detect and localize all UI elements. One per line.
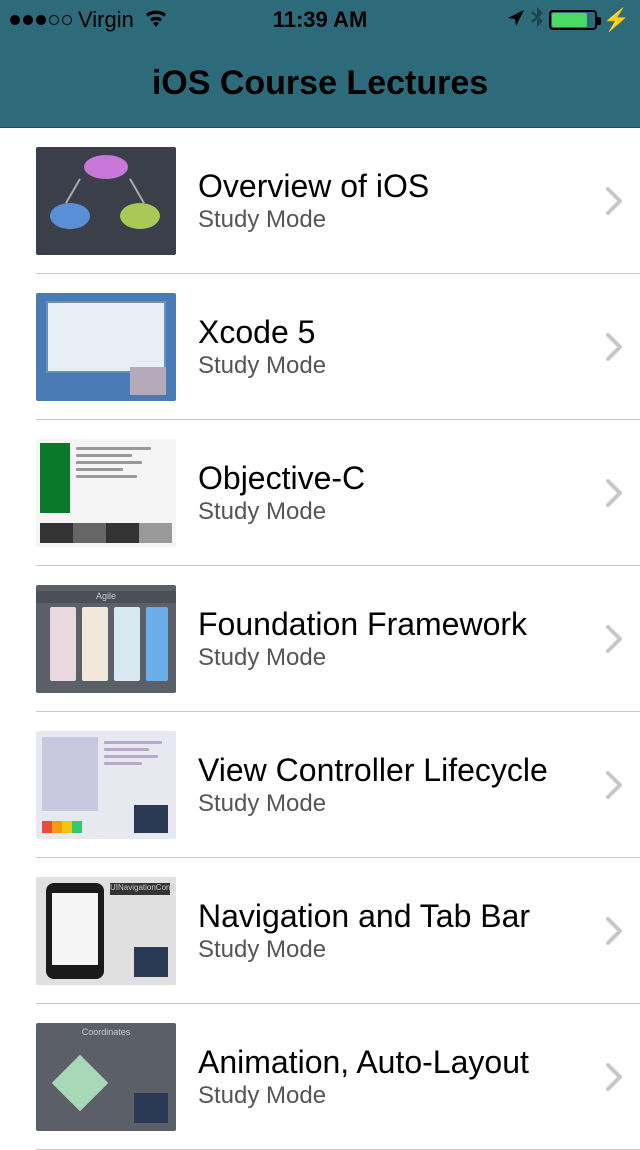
signal-dots-icon (10, 15, 72, 25)
lecture-title: Overview of iOS (198, 168, 598, 205)
list-item[interactable]: Agile Foundation Framework Study Mode (0, 566, 640, 712)
lecture-subtitle: Study Mode (198, 790, 598, 818)
list-item-text: Objective-C Study Mode (176, 460, 598, 527)
lecture-subtitle: Study Mode (198, 644, 598, 672)
lecture-subtitle: Study Mode (198, 498, 598, 526)
list-item[interactable]: Overview of iOS Study Mode (0, 128, 640, 274)
wifi-icon (144, 7, 168, 33)
list-item[interactable]: View Controller Lifecycle Study Mode (0, 712, 640, 858)
chevron-right-icon (606, 1063, 622, 1091)
list-item-text: Xcode 5 Study Mode (176, 314, 598, 381)
page-title: iOS Course Lectures (152, 64, 488, 103)
lecture-title: Objective-C (198, 460, 598, 497)
list-item-text: Animation, Auto-Layout Study Mode (176, 1044, 598, 1111)
lecture-title: Animation, Auto-Layout (198, 1044, 598, 1081)
status-bar: Virgin 11:39 AM ⚡ (0, 0, 640, 40)
battery-icon (549, 10, 597, 30)
chevron-right-icon (606, 771, 622, 799)
chevron-right-icon (606, 479, 622, 507)
lecture-thumbnail (36, 439, 176, 547)
lecture-subtitle: Study Mode (198, 206, 598, 234)
lecture-thumbnail: Agile (36, 585, 176, 693)
lecture-thumbnail: UINavigationController (36, 877, 176, 985)
lecture-list[interactable]: Overview of iOS Study Mode Xcode 5 Study… (0, 128, 640, 1150)
chevron-right-icon (606, 333, 622, 361)
lecture-title: Xcode 5 (198, 314, 598, 351)
location-icon (507, 7, 525, 33)
list-item[interactable]: Coordinates Animation, Auto-Layout Study… (0, 1004, 640, 1150)
bluetooth-icon (531, 7, 543, 33)
status-left: Virgin (10, 7, 168, 33)
lecture-thumbnail (36, 731, 176, 839)
lecture-thumbnail (36, 147, 176, 255)
list-item[interactable]: Objective-C Study Mode (0, 420, 640, 566)
list-item[interactable]: UINavigationController Navigation and Ta… (0, 858, 640, 1004)
lecture-subtitle: Study Mode (198, 1082, 598, 1110)
list-item-text: View Controller Lifecycle Study Mode (176, 752, 598, 819)
status-time: 11:39 AM (273, 7, 368, 33)
lecture-thumbnail: Coordinates (36, 1023, 176, 1131)
list-item-text: Foundation Framework Study Mode (176, 606, 598, 673)
lecture-thumbnail (36, 293, 176, 401)
chevron-right-icon (606, 187, 622, 215)
lecture-title: View Controller Lifecycle (198, 752, 598, 789)
lecture-subtitle: Study Mode (198, 936, 598, 964)
list-item-text: Overview of iOS Study Mode (176, 168, 598, 235)
status-right: ⚡ (507, 7, 630, 33)
battery-fill (552, 13, 587, 27)
lecture-title: Navigation and Tab Bar (198, 898, 598, 935)
list-item[interactable]: Xcode 5 Study Mode (0, 274, 640, 420)
lecture-subtitle: Study Mode (198, 352, 598, 380)
nav-bar: iOS Course Lectures (0, 40, 640, 128)
charging-icon: ⚡ (603, 7, 630, 33)
lecture-title: Foundation Framework (198, 606, 598, 643)
chevron-right-icon (606, 917, 622, 945)
chevron-right-icon (606, 625, 622, 653)
carrier-label: Virgin (78, 7, 134, 33)
list-item-text: Navigation and Tab Bar Study Mode (176, 898, 598, 965)
